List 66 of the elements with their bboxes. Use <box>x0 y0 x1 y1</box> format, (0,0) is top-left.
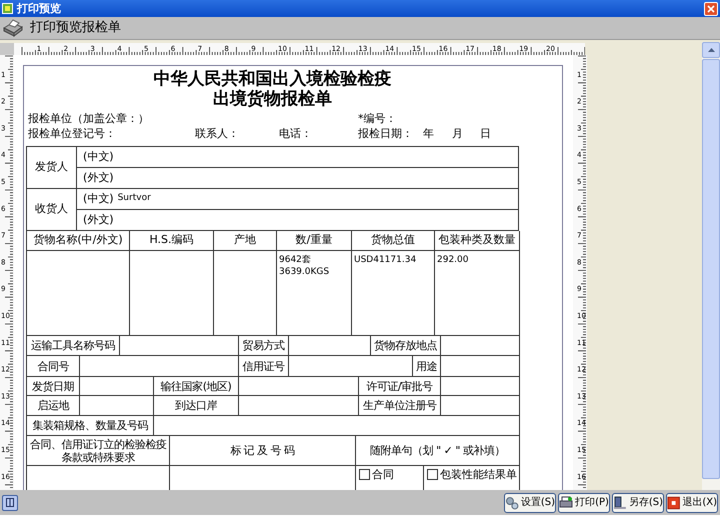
form-title: 中华人民共和国出入境检验检疫 <box>152 69 392 89</box>
action-button[interactable]: 设置(S) <box>504 492 556 512</box>
toolbar-title: 打印预览报检单 <box>30 19 121 38</box>
action-button[interactable]: 退出(X) <box>666 492 718 512</box>
field-hint: (外文) <box>83 170 114 186</box>
caret-up-icon <box>708 48 714 52</box>
layout-toggle-button[interactable] <box>2 494 18 510</box>
field-label: 随附单句（划 " ✓ " 或补填） <box>356 436 520 466</box>
field-label: 集装箱规格、数量及号码 <box>27 416 154 436</box>
close-icon <box>707 4 715 12</box>
field-label: 信用证号 <box>239 356 289 377</box>
column-header: 数/重量 <box>277 231 352 251</box>
column-header: 货物总值 <box>352 231 435 251</box>
header-label: 电话： <box>279 126 313 142</box>
field-label: 到达口岸 <box>154 396 239 416</box>
field-label: 启运地 <box>27 396 80 416</box>
field-label: 合同、信用证订立的检验检疫条款或特殊要求 <box>27 436 170 466</box>
field-hint: (中文) <box>83 148 114 165</box>
field-label: 货物存放地点 <box>371 336 441 356</box>
party-label: 发货人 <box>27 147 77 189</box>
header-label: 联系人： <box>195 126 240 142</box>
header-label: 报检单位登记号： <box>28 126 117 142</box>
app-icon <box>2 3 13 14</box>
header-label: 报检单位（加盖公章：） <box>28 111 150 128</box>
exit-icon <box>667 496 680 510</box>
checkbox[interactable] <box>427 469 438 480</box>
party-label: 收货人 <box>27 189 77 231</box>
window-title: 打印预览 <box>17 3 61 14</box>
table-cell: 292.00 <box>435 251 520 336</box>
gears-icon <box>505 496 519 510</box>
header-label: 年 <box>423 126 435 142</box>
field-label: 合同号 <box>27 356 80 377</box>
form-subtitle: 出境货物报检单 <box>212 89 333 109</box>
checkbox-label: 包装性能结果单 <box>440 469 517 481</box>
printer-icon <box>2 19 24 37</box>
field-label: 许可证/审批号 <box>359 377 441 396</box>
field-label: 发货日期 <box>27 377 80 396</box>
table-cell: 9642套 3639.0KGS <box>277 251 352 336</box>
scroll-up-button[interactable] <box>702 42 720 58</box>
field-label: 用途 <box>413 356 441 377</box>
printer-icon <box>559 496 574 510</box>
column-header: 包装种类及数量 <box>435 231 520 251</box>
field-label: 标 记 及 号 码 <box>170 436 356 466</box>
ruler-corner <box>0 43 14 55</box>
table-cell: USD41171.34 <box>352 251 435 336</box>
action-button[interactable]: 另存(S) <box>612 492 664 512</box>
computer-icon <box>613 496 627 510</box>
checkbox-label: 合同 <box>372 469 394 481</box>
action-button[interactable]: 打印(P) <box>558 492 610 512</box>
header-label: *编号： <box>358 111 396 128</box>
column-header: H.S.编码 <box>130 231 214 251</box>
field-label: 运输工具名称号码 <box>27 336 120 356</box>
field-hint: (外文) <box>83 212 114 228</box>
field-value: Surtvor <box>118 192 151 206</box>
field-hint: (中文) <box>83 190 114 207</box>
close-button[interactable] <box>704 2 718 16</box>
header-label: 报检日期： <box>358 126 414 142</box>
column-header: 货物名称(中/外文) <box>27 231 130 251</box>
columns-icon <box>6 498 14 507</box>
checkbox[interactable] <box>359 469 370 480</box>
field-label: 贸易方式 <box>239 336 289 356</box>
field-label: 生产单位注册号 <box>359 396 441 416</box>
header-label: 日 <box>480 126 491 142</box>
field-label: 输往国家(地区) <box>154 377 239 396</box>
column-header: 产地 <box>214 231 277 251</box>
header-label: 月 <box>452 126 464 142</box>
